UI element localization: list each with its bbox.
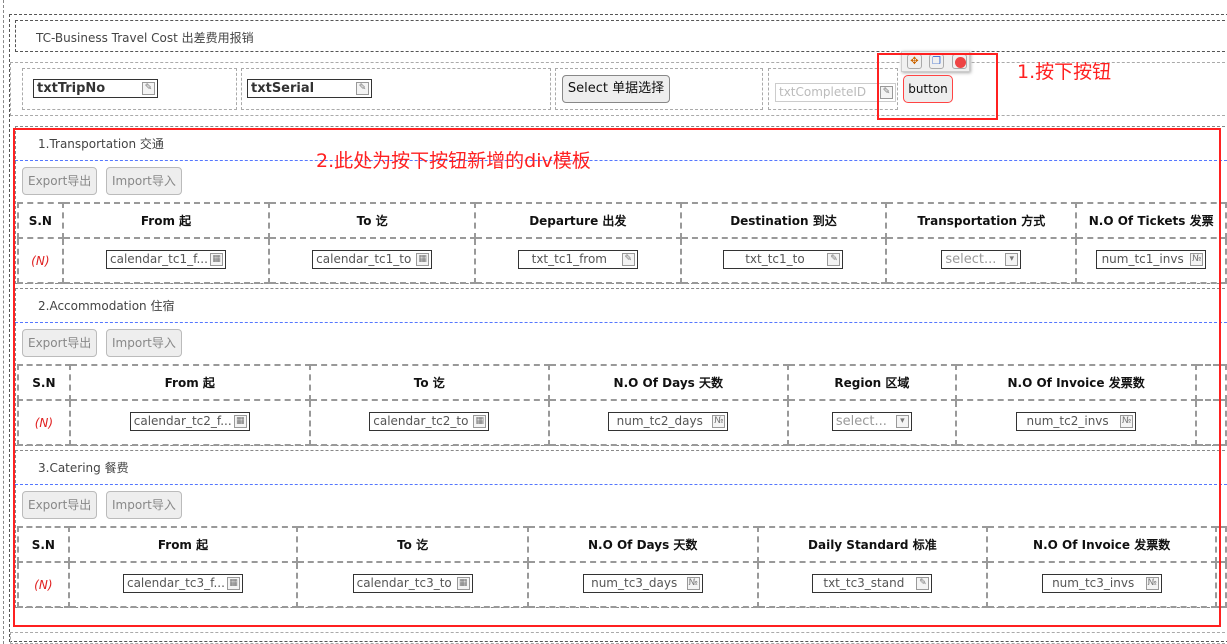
annotation-box-template <box>13 128 1221 627</box>
annotation-step2: 2.此处为按下按钮新增的div模板 <box>316 150 591 172</box>
annotation-step1: 1.按下按钮 <box>1017 61 1112 83</box>
complete-id-label: txtCompleteID <box>779 85 867 99</box>
select-document-button[interactable]: Select 单据选择 <box>562 75 670 103</box>
trip-no-field[interactable]: txtTripNo ✎ <box>33 79 158 98</box>
form-title: TC-Business Travel Cost 出差费用报销 <box>36 31 254 45</box>
edit-icon: ✎ <box>142 82 155 95</box>
serial-field[interactable]: txtSerial ✎ <box>247 79 372 98</box>
serial-label: txtSerial <box>251 81 315 96</box>
edit-icon: ✎ <box>356 82 369 95</box>
annotation-box-button <box>877 53 998 120</box>
footer-row <box>10 632 1227 644</box>
form-header: TC-Business Travel Cost 出差费用报销 <box>15 20 1227 52</box>
trip-no-label: txtTripNo <box>37 81 106 96</box>
